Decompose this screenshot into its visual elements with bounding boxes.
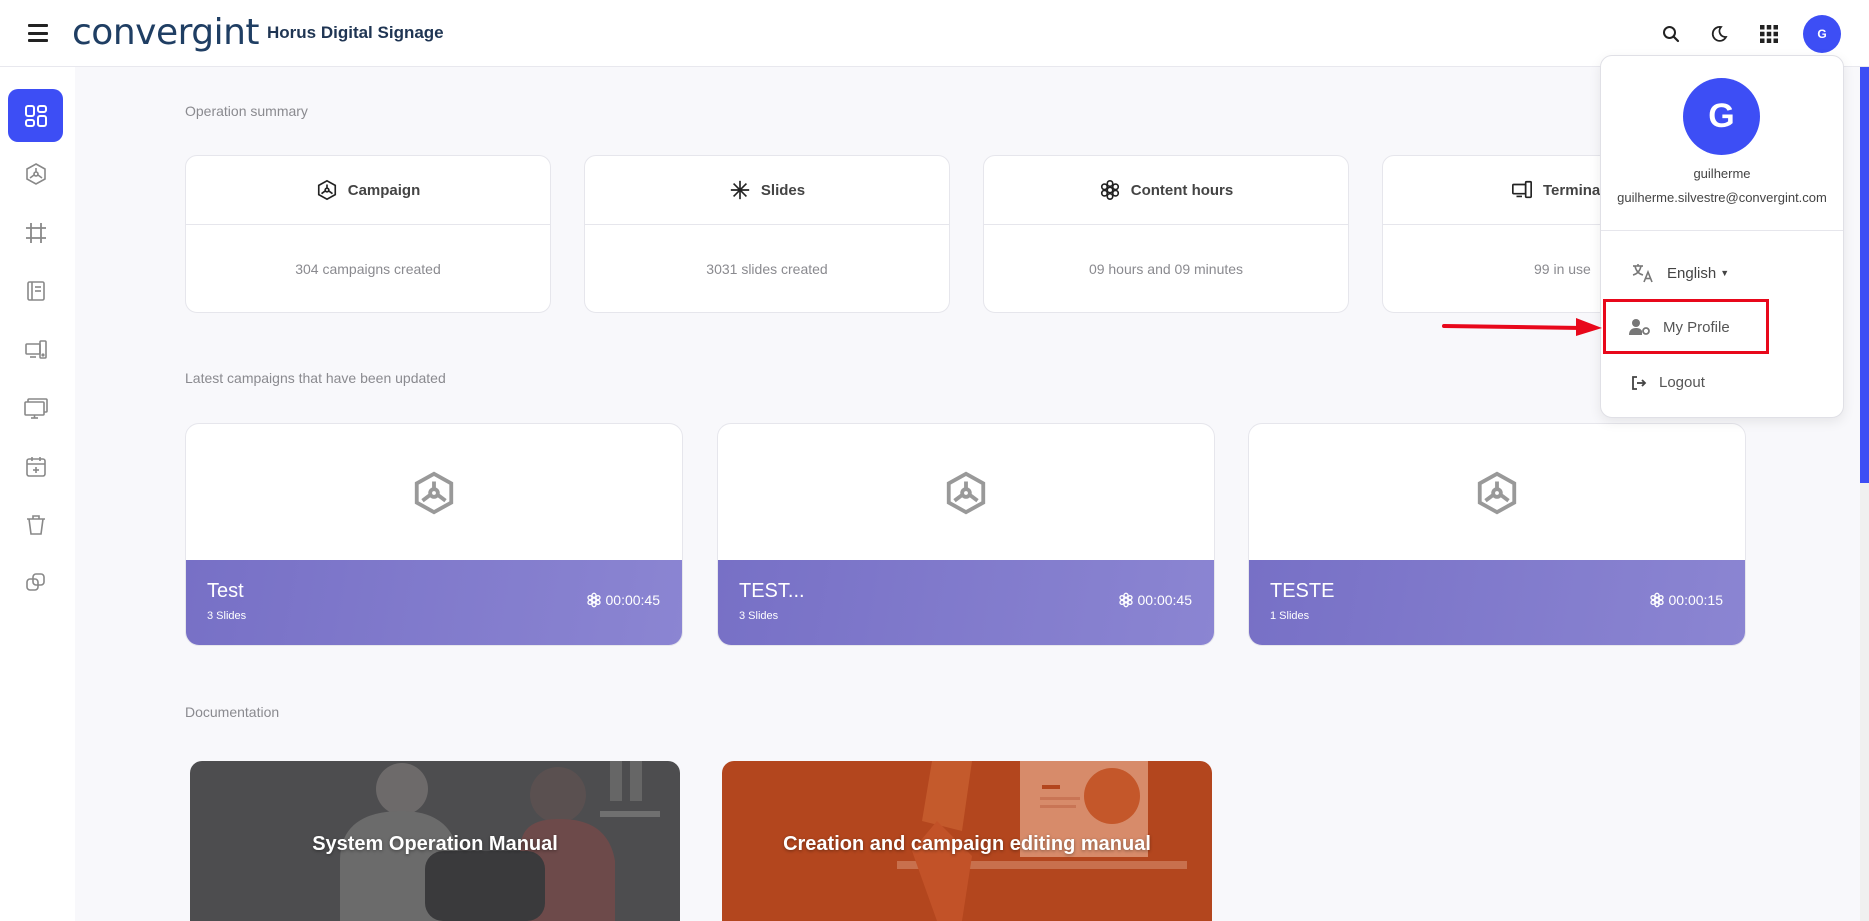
logout-menu-item[interactable]: Logout bbox=[1631, 374, 1705, 391]
annotation-arrow bbox=[1442, 318, 1602, 336]
campaign-icon bbox=[25, 162, 46, 185]
campaign-slide-count: 3 Slides bbox=[739, 610, 779, 622]
translate-icon bbox=[1632, 264, 1653, 283]
stat-card-content-hours[interactable]: Content hours 09 hours and 09 minutes bbox=[983, 155, 1349, 313]
terminal-icon bbox=[24, 339, 47, 359]
profile-dropdown: G guilherme guilherme.silvestre@convergi… bbox=[1600, 55, 1844, 418]
profile-email: guilherme.silvestre@convergint.com bbox=[1617, 190, 1827, 205]
dropdown-divider bbox=[1601, 230, 1843, 231]
campaign-slide-count: 1 Slides bbox=[1270, 610, 1310, 622]
sidebar-item-campaigns[interactable] bbox=[8, 147, 63, 200]
campaign-name: TEST... bbox=[739, 580, 805, 602]
campaign-icon bbox=[317, 179, 336, 201]
logout-icon bbox=[1632, 375, 1647, 390]
language-selector[interactable]: English ▼ bbox=[1631, 262, 1729, 284]
trash-icon bbox=[26, 514, 45, 535]
campaign-icon bbox=[1477, 471, 1517, 515]
stat-card-slides[interactable]: Slides 3031 slides created bbox=[584, 155, 950, 313]
sidebar-item-terminals[interactable] bbox=[8, 323, 63, 376]
doc-card-operation-manual[interactable]: System Operation Manual bbox=[190, 761, 680, 921]
monitor-icon bbox=[23, 397, 48, 419]
stat-card-campaign[interactable]: Campaign 304 campaigns created bbox=[185, 155, 551, 313]
avatar-initial: G bbox=[1817, 27, 1827, 41]
doc-title: System Operation Manual bbox=[312, 833, 558, 855]
user-avatar-button[interactable]: G bbox=[1803, 15, 1841, 53]
campaign-duration: 00:00:45 bbox=[605, 592, 661, 608]
campaign-name: TESTE bbox=[1270, 580, 1335, 602]
apps-grid-icon[interactable] bbox=[1755, 20, 1783, 48]
stat-value: 09 hours and 09 minutes bbox=[1088, 261, 1244, 277]
dashboard-icon bbox=[24, 104, 47, 127]
frame-icon bbox=[25, 222, 46, 243]
logo[interactable]: convergint bbox=[72, 12, 260, 53]
documentation-heading: Documentation bbox=[185, 704, 280, 720]
page-scrollbar[interactable] bbox=[1860, 67, 1869, 921]
operation-summary-heading: Operation summary bbox=[185, 103, 308, 119]
calendar-add-icon bbox=[25, 456, 46, 477]
sidebar-item-slides[interactable] bbox=[8, 206, 63, 259]
sidebar-item-trash[interactable] bbox=[8, 498, 63, 551]
campaign-card[interactable]: TEST... 3 Slides 00:00:45 bbox=[717, 423, 1215, 646]
campaign-card[interactable]: TESTE 1 Slides 00:00:15 bbox=[1248, 423, 1746, 646]
campaign-card[interactable]: Test 3 Slides 00:00:45 bbox=[185, 423, 683, 646]
sidebar bbox=[0, 67, 75, 921]
stat-label: Termina bbox=[1543, 181, 1601, 199]
sidebar-item-integrations[interactable] bbox=[8, 556, 63, 609]
latest-campaigns-heading: Latest campaigns that have been updated bbox=[185, 370, 446, 386]
campaign-icon bbox=[414, 471, 454, 515]
content-hours-icon bbox=[586, 592, 601, 608]
campaign-icon bbox=[946, 471, 986, 515]
doc-card-campaign-manual[interactable]: Creation and campaign editing manual bbox=[722, 761, 1212, 921]
language-label: English bbox=[1667, 264, 1717, 282]
scrollbar-thumb[interactable] bbox=[1860, 67, 1869, 483]
campaign-name: Test bbox=[207, 580, 244, 602]
stat-label: Content hours bbox=[1130, 181, 1234, 199]
logout-label: Logout bbox=[1659, 374, 1705, 391]
content-hours-icon bbox=[1100, 180, 1119, 200]
content-hours-icon bbox=[1118, 592, 1133, 608]
stat-value: 304 campaigns created bbox=[295, 261, 441, 277]
sidebar-item-dashboard[interactable] bbox=[8, 89, 63, 142]
profile-avatar: G bbox=[1683, 78, 1760, 155]
dark-mode-icon[interactable] bbox=[1705, 20, 1733, 48]
top-bar: convergint Horus Digital Signage G bbox=[0, 0, 1869, 67]
campaign-slide-count: 3 Slides bbox=[207, 610, 247, 622]
stat-label: Campaign bbox=[347, 181, 421, 199]
search-icon[interactable] bbox=[1657, 20, 1685, 48]
campaign-duration: 00:00:15 bbox=[1668, 592, 1724, 608]
annotation-highlight-box bbox=[1603, 299, 1769, 354]
sidebar-item-schedule[interactable] bbox=[8, 440, 63, 493]
sidebar-item-documents[interactable] bbox=[8, 264, 63, 317]
campaign-duration: 00:00:45 bbox=[1137, 592, 1193, 608]
caret-down-icon: ▼ bbox=[1720, 268, 1730, 278]
sidebar-item-displays[interactable] bbox=[8, 381, 63, 434]
document-icon bbox=[26, 280, 45, 301]
app-title: Horus Digital Signage bbox=[267, 23, 444, 42]
profile-avatar-initial: G bbox=[1708, 97, 1735, 135]
profile-username: guilherme bbox=[1693, 166, 1751, 181]
menu-icon[interactable] bbox=[28, 24, 48, 42]
stat-value: 3031 slides created bbox=[706, 261, 828, 277]
logo-text: convergint bbox=[72, 12, 260, 53]
slides-icon bbox=[730, 180, 750, 200]
layers-icon bbox=[25, 572, 45, 591]
terminal-icon bbox=[1512, 180, 1532, 199]
content-hours-icon bbox=[1649, 592, 1664, 608]
stat-label: Slides bbox=[760, 181, 806, 199]
doc-title: Creation and campaign editing manual bbox=[783, 833, 1151, 855]
